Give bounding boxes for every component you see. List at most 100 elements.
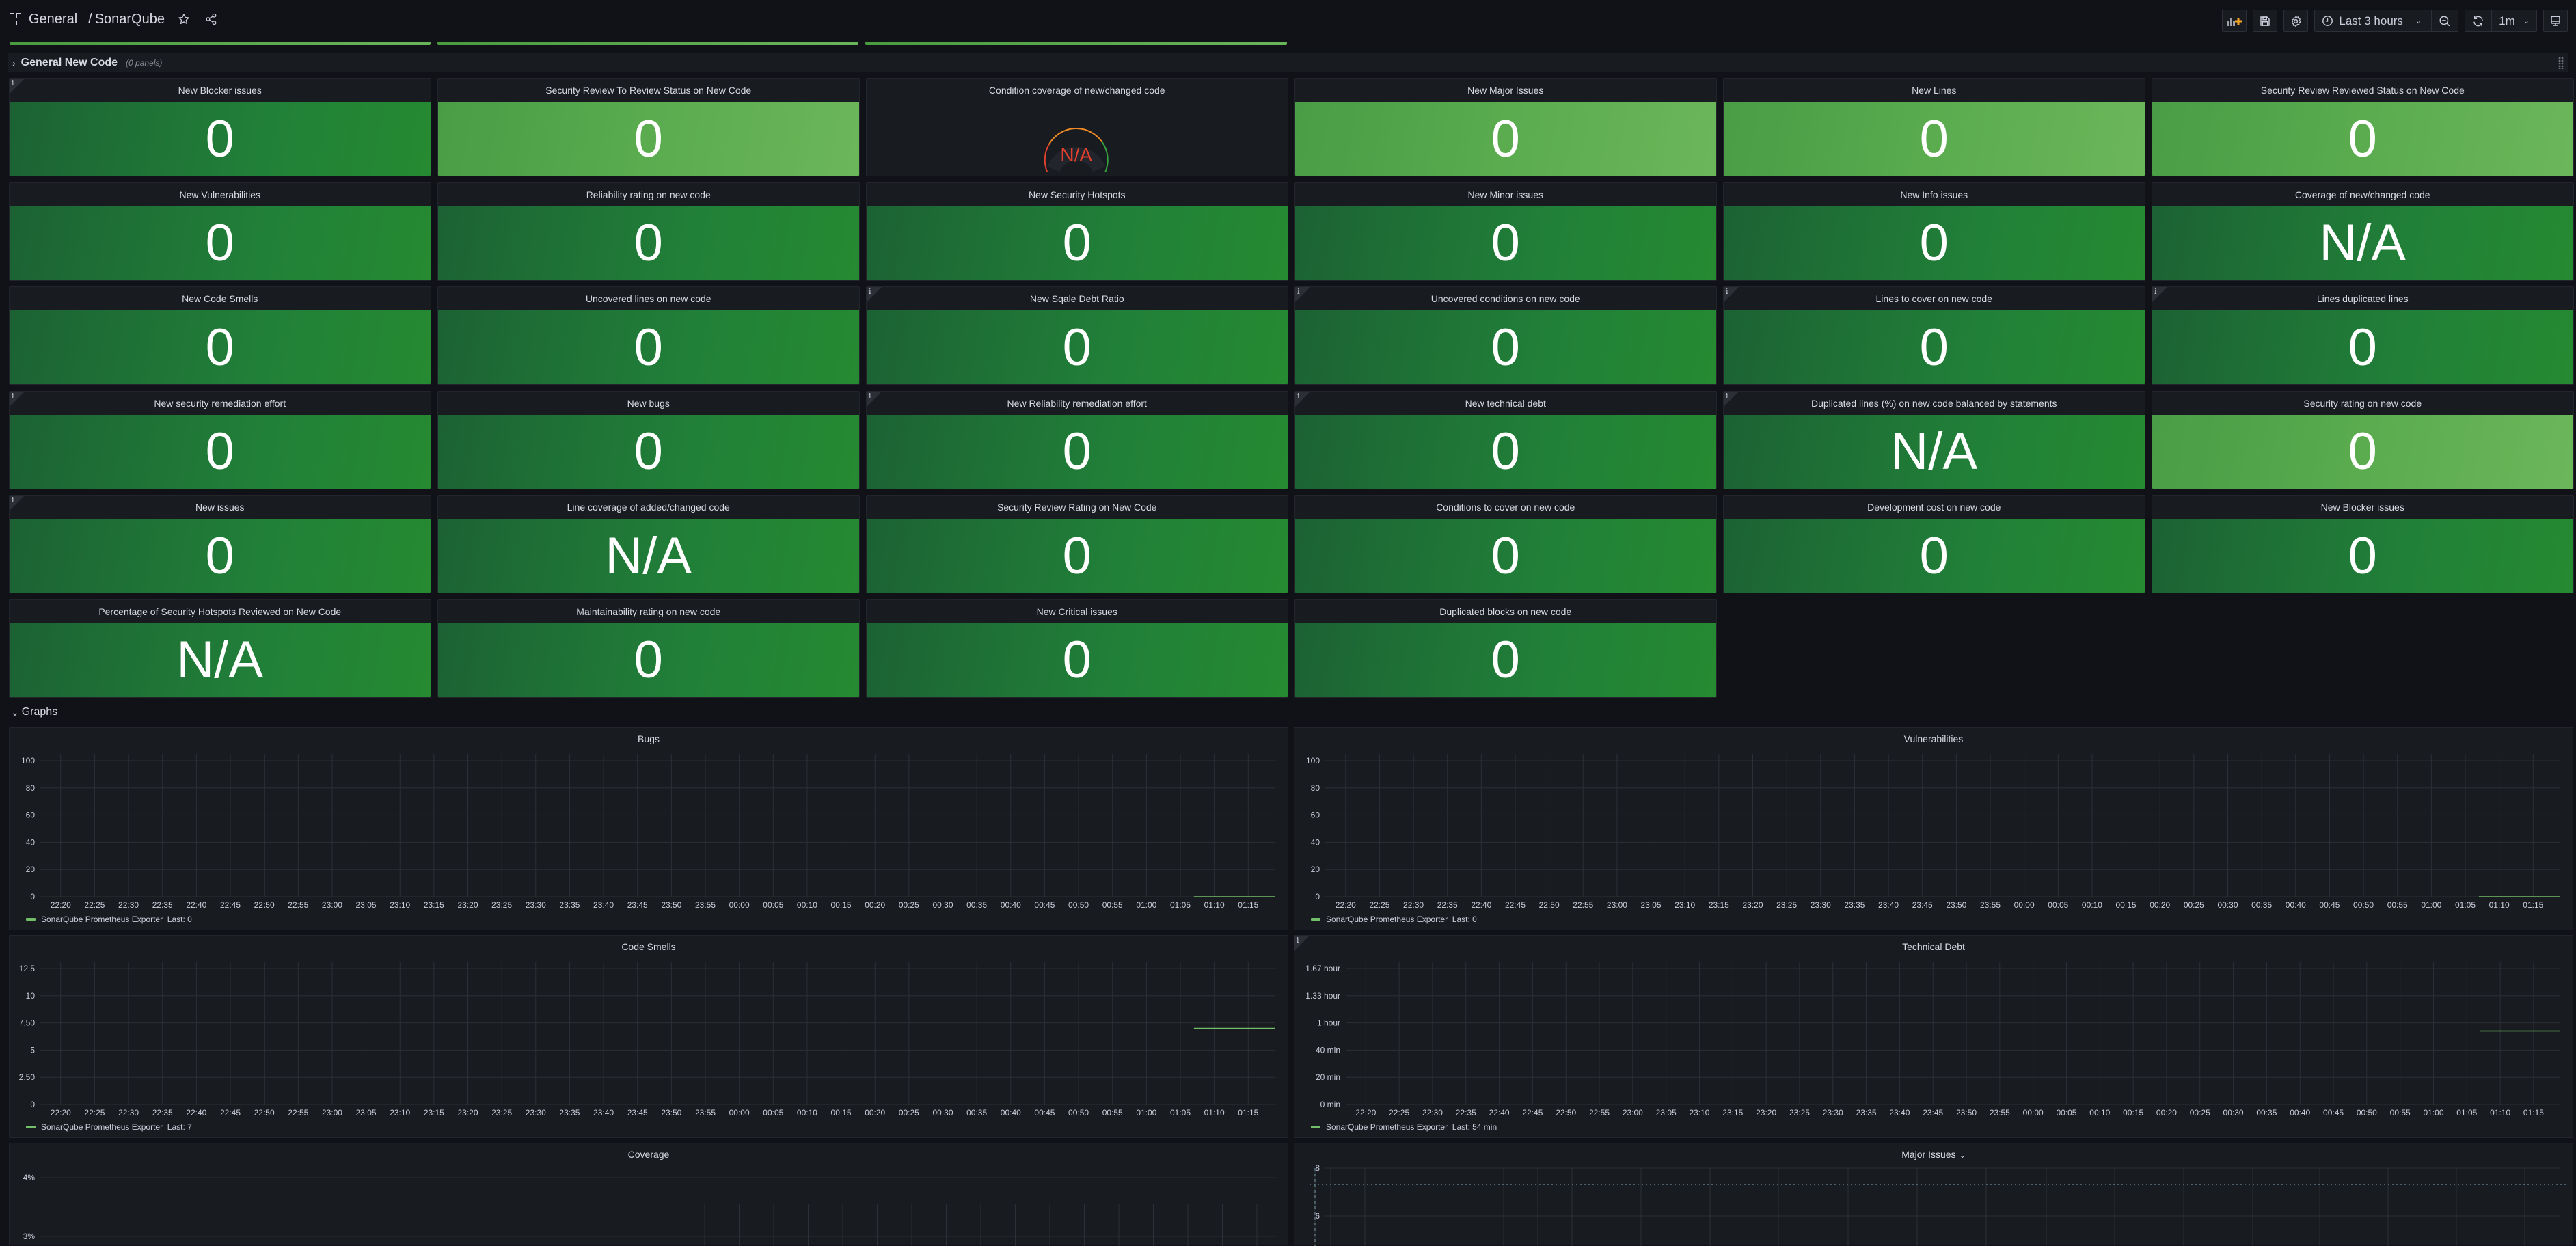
panel-title[interactable]: Uncovered lines on new code: [438, 287, 859, 310]
tv-mode-button[interactable]: [2543, 10, 2568, 32]
stat-panel[interactable]: Line coverage of added/changed code N/A: [437, 495, 860, 593]
panel-title[interactable]: New Vulnerabilities: [10, 183, 431, 206]
zoom-out-button[interactable]: [2432, 10, 2458, 31]
info-icon[interactable]: i: [1295, 287, 1310, 302]
info-icon[interactable]: i: [10, 496, 25, 511]
panel-title[interactable]: New issues: [10, 496, 431, 519]
stat-panel[interactable]: Security rating on new code 0: [2152, 390, 2574, 489]
row-general-new-code[interactable]: › General New Code (0 panels): [8, 53, 2568, 72]
panel-title[interactable]: New Minor issues: [1295, 183, 1716, 206]
graph-canvas[interactable]: 3% 4%: [10, 1143, 1289, 1246]
stat-panel[interactable]: Duplicated lines (%) on new code balance…: [1723, 390, 2145, 489]
stat-panel[interactable]: Uncovered conditions on new code i 0: [1294, 286, 1717, 385]
stat-panel[interactable]: New Major Issues 0: [1294, 78, 1717, 176]
stat-panel[interactable]: Reliability rating on new code 0: [437, 182, 860, 281]
info-icon[interactable]: i: [10, 79, 25, 94]
panel-title[interactable]: New security remediation effort: [10, 392, 431, 415]
graph-panel[interactable]: Coverage 3% 4%: [9, 1143, 1289, 1246]
panel-title[interactable]: Development cost on new code: [1724, 496, 2145, 519]
stat-panel[interactable]: New Sqale Debt Ratio i 0: [866, 286, 1288, 385]
info-icon[interactable]: i: [1295, 391, 1310, 407]
dashboard-settings-button[interactable]: [2283, 10, 2309, 32]
info-icon[interactable]: i: [1724, 391, 1739, 407]
stat-panel[interactable]: New Code Smells 0: [9, 286, 431, 385]
star-icon[interactable]: [176, 11, 192, 27]
graph-panel[interactable]: Bugs 0 20 40 60 80 100 22:20 22:25 22:30 22:35 22:4…: [9, 727, 1288, 930]
graph-panel[interactable]: Vulnerabilities 0 20 40 60 80 100 22:20 22:25 22:…: [1294, 727, 2573, 930]
time-range-picker[interactable]: Last 3 hours ⌄: [2315, 10, 2432, 31]
panel-title[interactable]: New Code Smells: [10, 287, 431, 310]
stat-panel[interactable]: Security Review Reviewed Status on New C…: [2152, 78, 2574, 176]
panel-title[interactable]: Duplicated lines (%) on new code balance…: [1724, 392, 2145, 415]
graph-canvas[interactable]: 0 2.50 5 7.50 10 12.5 22:20 22:25 22:30 22:35 22:4…: [10, 936, 1289, 1139]
stat-panel[interactable]: New Minor issues 0: [1294, 182, 1717, 281]
panel-title[interactable]: Conditions to cover on new code: [1295, 496, 1716, 519]
stat-panel[interactable]: Uncovered lines on new code 0: [437, 286, 860, 385]
stat-panel[interactable]: New Security Hotspots 0: [866, 182, 1288, 281]
legend-item[interactable]: SonarQube Prometheus Exporter Last: 54 m…: [1311, 1122, 1497, 1132]
stat-panel[interactable]: Development cost on new code 0: [1723, 495, 2145, 593]
legend-item[interactable]: SonarQube Prometheus Exporter Last: 7: [26, 1122, 192, 1132]
stat-panel[interactable]: New Blocker issues i 0: [9, 78, 431, 176]
panel-title[interactable]: New Critical issues: [867, 600, 1288, 623]
refresh-button[interactable]: [2465, 10, 2493, 31]
legend-item[interactable]: SonarQube Prometheus Exporter Last: 0: [26, 915, 192, 924]
stat-panel[interactable]: Security Review To Review Status on New …: [437, 78, 860, 176]
panel-title[interactable]: New technical debt: [1295, 392, 1716, 415]
panel-title[interactable]: New Blocker issues: [2152, 496, 2573, 519]
info-icon[interactable]: i: [10, 391, 25, 407]
share-icon[interactable]: [203, 11, 219, 27]
panel-title[interactable]: New Reliability remediation effort: [867, 392, 1288, 415]
panel-title[interactable]: Lines duplicated lines: [2152, 287, 2573, 310]
info-icon[interactable]: i: [867, 287, 882, 302]
panel-title[interactable]: Percentage of Security Hotspots Reviewed…: [10, 600, 431, 623]
graph-panel[interactable]: Technical Debt i 0 min 20 min 40 min 1 hour 1.…: [1294, 935, 2573, 1138]
stat-panel[interactable]: Duplicated blocks on new code 0: [1294, 599, 1717, 698]
graph-panel[interactable]: Major Issues ⌄ 6 8: [1294, 1143, 2574, 1246]
save-dashboard-button[interactable]: [2253, 10, 2278, 32]
panel-title[interactable]: Security rating on new code: [2152, 392, 2573, 415]
panel-title[interactable]: Reliability rating on new code: [438, 183, 859, 206]
drag-handle-icon[interactable]: [2558, 57, 2564, 69]
panel-title[interactable]: Security Review Rating on New Code: [867, 496, 1288, 519]
graph-canvas[interactable]: 68: [1294, 1143, 2574, 1246]
stat-panel[interactable]: New Critical issues 0: [866, 599, 1288, 698]
add-panel-button[interactable]: [2222, 10, 2247, 32]
stat-panel[interactable]: Conditions to cover on new code 0: [1294, 495, 1717, 593]
panel-title[interactable]: Lines to cover on new code: [1724, 287, 2145, 310]
info-icon[interactable]: i: [1724, 287, 1739, 302]
panel-title[interactable]: New Major Issues: [1295, 79, 1716, 102]
panel-title[interactable]: Coverage of new/changed code: [2152, 183, 2573, 206]
stat-panel[interactable]: New Lines 0: [1723, 78, 2145, 176]
panel-title[interactable]: Duplicated blocks on new code: [1295, 600, 1716, 623]
breadcrumb-folder[interactable]: General: [29, 12, 77, 27]
dashboards-grid-icon[interactable]: [10, 13, 22, 25]
stat-panel[interactable]: New Info issues 0: [1723, 182, 2145, 281]
stat-panel[interactable]: New security remediation effort i 0: [9, 390, 431, 489]
stat-panel[interactable]: New Blocker issues 0: [2152, 495, 2574, 593]
stat-panel[interactable]: Lines duplicated lines i 0: [2152, 286, 2574, 385]
panel-title[interactable]: New bugs: [438, 392, 859, 415]
stat-panel[interactable]: New Vulnerabilities 0: [9, 182, 431, 281]
panel-title[interactable]: New Security Hotspots: [867, 183, 1288, 206]
stat-panel[interactable]: Condition coverage of new/changed code N/…: [866, 78, 1288, 176]
stat-panel[interactable]: New Reliability remediation effort i 0: [866, 390, 1288, 489]
stat-panel[interactable]: Percentage of Security Hotspots Reviewed…: [9, 599, 431, 698]
stat-panel[interactable]: Coverage of new/changed code N/A: [2152, 182, 2574, 281]
graph-canvas[interactable]: 0 20 40 60 80 100 22:20 22:25 22:30 22:35 22:40 22:…: [10, 728, 1289, 931]
panel-title[interactable]: Line coverage of added/changed code: [438, 496, 859, 519]
graph-canvas[interactable]: 0 min 20 min 40 min 1 hour 1.33 hour 1.67 hou…: [1294, 936, 2574, 1139]
legend-item[interactable]: SonarQube Prometheus Exporter Last: 0: [1311, 915, 1477, 924]
info-icon[interactable]: i: [867, 391, 882, 407]
panel-title[interactable]: Security Review Reviewed Status on New C…: [2152, 79, 2573, 102]
stat-panel[interactable]: New issues i 0: [9, 495, 431, 593]
panel-title[interactable]: Condition coverage of new/changed code: [867, 79, 1288, 102]
panel-title[interactable]: New Info issues: [1724, 183, 2145, 206]
stat-panel[interactable]: Lines to cover on new code i 0: [1723, 286, 2145, 385]
refresh-interval-picker[interactable]: 1m ⌄: [2492, 10, 2536, 31]
graph-canvas[interactable]: 0 20 40 60 80 100 22:20 22:25 22:30 22:35 22:40 22:…: [1294, 728, 2574, 931]
stat-panel[interactable]: Maintainability rating on new code 0: [437, 599, 860, 698]
row-graphs[interactable]: ⌄ Graphs: [8, 705, 2568, 719]
info-icon[interactable]: i: [2152, 287, 2167, 302]
dashboard-title[interactable]: SonarQube: [95, 12, 165, 27]
